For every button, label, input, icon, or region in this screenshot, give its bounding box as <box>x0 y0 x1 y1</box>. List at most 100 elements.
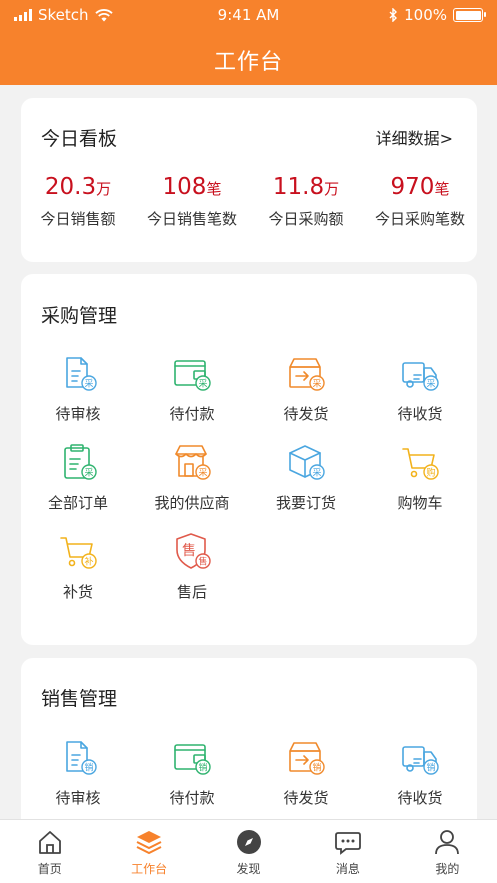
sales-title: 销售管理 <box>41 688 118 710</box>
svg-text:购: 购 <box>426 467 435 479</box>
grid-item-label: 待付款 <box>169 405 215 423</box>
svg-text:销: 销 <box>84 762 93 774</box>
svg-text:采: 采 <box>84 379 93 390</box>
grid-item-label: 待审核 <box>55 405 101 423</box>
document-review-icon: 采 <box>66 357 97 391</box>
battery-icon <box>453 8 486 22</box>
restock-cart-icon: 补 <box>60 537 97 569</box>
grid-item[interactable]: 销待发货 <box>249 737 363 808</box>
detail-data-link[interactable]: 详细数据> <box>376 125 453 149</box>
grid-item[interactable]: 采待审核 <box>21 353 135 424</box>
page-title: 工作台 <box>213 50 283 75</box>
user-icon <box>435 830 460 855</box>
grid-item-label: 待审核 <box>55 789 101 807</box>
grid-item[interactable]: 销待审核 <box>21 737 135 808</box>
svg-text:采: 采 <box>312 468 321 479</box>
tab-bar: 首页 工作台 发现 消息 我的 <box>0 819 497 883</box>
document-review-icon: 销 <box>66 741 97 775</box>
wallet-icon: 销 <box>174 744 211 775</box>
stat-label: 今日销售笔数 <box>146 210 237 228</box>
ship-box-icon: 采 <box>289 358 325 391</box>
wallet-icon: 采 <box>174 360 211 391</box>
grid-item[interactable]: 采待付款 <box>135 353 249 424</box>
svg-text:采: 采 <box>426 379 435 390</box>
grid-item-label: 待收货 <box>397 789 443 807</box>
tab-chat[interactable]: 消息 <box>298 820 397 883</box>
stat-unit: 笔 <box>206 180 222 198</box>
tab-label: 发现 <box>236 862 261 876</box>
grid-item-label: 我的供应商 <box>154 494 230 512</box>
grid-item-label: 全部订单 <box>47 494 108 512</box>
svg-text:销: 销 <box>198 762 207 774</box>
grid-item-label: 售后 <box>176 583 207 601</box>
tab-compass[interactable]: 发现 <box>199 820 298 883</box>
sales-grid: 销待审核销待付款销待发货销待收货 <box>21 737 477 808</box>
ship-box-icon: 销 <box>289 742 325 775</box>
stat-label: 今日采购额 <box>268 210 344 228</box>
bluetooth-icon <box>389 8 398 22</box>
svg-text:售: 售 <box>198 556 207 568</box>
grid-item-label: 待发货 <box>283 405 329 423</box>
svg-text:销: 销 <box>426 762 435 774</box>
status-bar: Sketch 9:41 AM 100% <box>0 4 497 26</box>
grid-item[interactable]: 采我的供应商 <box>135 442 249 513</box>
svg-text:销: 销 <box>312 762 321 774</box>
chat-icon <box>335 832 361 855</box>
grid-item-label: 待发货 <box>283 789 329 807</box>
svg-text:采: 采 <box>198 379 207 390</box>
svg-text:采: 采 <box>312 379 321 390</box>
tab-layers[interactable]: 工作台 <box>99 820 198 883</box>
stats-row: 20.3万 今日销售额 108笔 今日销售笔数 11.8万 今日采购额 970笔 今日采购笔数 <box>21 172 477 229</box>
stat-unit: 万 <box>96 180 112 198</box>
dashboard-title: 今日看板 <box>41 128 118 150</box>
grid-item[interactable]: 补补货 <box>21 531 135 602</box>
grid-item[interactable]: 采待发货 <box>249 353 363 424</box>
home-icon <box>38 831 61 854</box>
stat-item: 20.3万今日销售额 <box>21 172 135 229</box>
stat-label: 今日采购笔数 <box>374 210 465 228</box>
stat-unit: 笔 <box>434 180 450 198</box>
tab-label: 首页 <box>37 862 62 876</box>
stat-item: 108笔今日销售笔数 <box>135 172 249 229</box>
stat-item: 970笔今日采购笔数 <box>363 172 477 229</box>
grid-item-label: 我要订货 <box>275 494 336 512</box>
clipboard-icon: 采 <box>64 444 97 480</box>
dashboard-card: 今日看板 详细数据> 20.3万 今日销售额 108笔 今日销售笔数 11.8万 今日采购… <box>21 98 477 262</box>
stat-value: 108笔 <box>162 174 222 200</box>
package-icon: 采 <box>289 445 325 480</box>
svg-text:补: 补 <box>84 556 93 568</box>
svg-text:采: 采 <box>198 468 207 479</box>
purchase-grid: 采待审核采待付款采待发货采待收货采全部订单采我的供应商采我要订货购购物车补补货售… <box>21 353 477 602</box>
tab-label: 工作台 <box>131 862 168 876</box>
grid-item[interactable]: 售售售后 <box>135 531 249 602</box>
svg-text:售: 售 <box>182 543 196 559</box>
grid-item[interactable]: 购购物车 <box>363 442 477 513</box>
layers-icon <box>136 831 162 855</box>
compass-icon <box>236 830 261 854</box>
grid-item-label: 补货 <box>62 583 93 601</box>
tab-user[interactable]: 我的 <box>398 820 497 883</box>
purchase-title: 采购管理 <box>41 305 118 327</box>
stat-label: 今日销售额 <box>40 210 116 228</box>
truck-icon: 采 <box>402 362 439 391</box>
app-header: Sketch 9:41 AM 100% 工作台 <box>0 0 497 85</box>
grid-item[interactable]: 采我要订货 <box>249 442 363 513</box>
stat-value: 11.8万 <box>272 174 340 200</box>
stat-value: 970笔 <box>390 174 450 200</box>
store-icon: 采 <box>175 445 211 480</box>
stat-item: 11.8万今日采购额 <box>249 172 363 229</box>
grid-item-label: 购物车 <box>397 494 443 512</box>
grid-item[interactable]: 采全部订单 <box>21 442 135 513</box>
grid-item[interactable]: 销待付款 <box>135 737 249 808</box>
grid-item[interactable]: 采待收货 <box>363 353 477 424</box>
tab-home[interactable]: 首页 <box>0 820 99 883</box>
tab-label: 我的 <box>435 862 460 876</box>
svg-text:采: 采 <box>84 468 93 479</box>
stat-value: 20.3万 <box>44 174 112 200</box>
cart-icon: 购 <box>402 448 439 480</box>
grid-item[interactable]: 销待收货 <box>363 737 477 808</box>
purchase-card: 采购管理 采待审核采待付款采待发货采待收货采全部订单采我的供应商采我要订货购购物… <box>21 274 477 645</box>
sales-card: 销售管理 销待审核销待付款销待发货销待收货 <box>21 658 477 838</box>
battery-percent: 100% <box>404 6 447 24</box>
tab-label: 消息 <box>335 862 360 876</box>
